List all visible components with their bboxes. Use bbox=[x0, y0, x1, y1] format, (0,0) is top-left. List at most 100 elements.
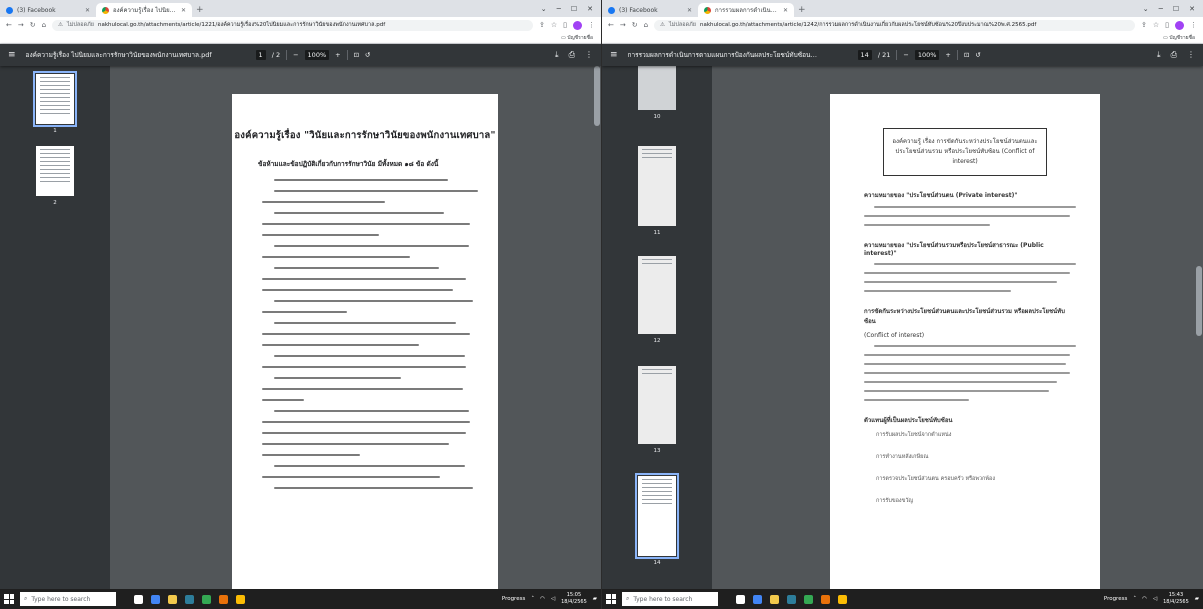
maximize-button[interactable]: ☐ bbox=[1173, 5, 1179, 13]
page-number-input[interactable]: 1 bbox=[255, 50, 266, 60]
print-icon[interactable]: ⎙ bbox=[1171, 50, 1177, 60]
volume-icon[interactable]: ◁ bbox=[1153, 596, 1157, 602]
chrome-icon[interactable] bbox=[804, 594, 813, 604]
clock[interactable]: 15:05 18/4/2565 bbox=[561, 592, 587, 606]
chrome-icon[interactable] bbox=[202, 594, 211, 604]
address-bar[interactable]: ⚠ ไม่ปลอดภัย nakhulocal.go.th/attachment… bbox=[654, 19, 1135, 31]
chevron-up-icon[interactable]: ˄ bbox=[1133, 596, 1136, 602]
download-icon[interactable]: ⤓ bbox=[1157, 50, 1161, 60]
print-icon[interactable]: ⎙ bbox=[569, 50, 575, 60]
tab-facebook[interactable]: (3) Facebook ✕ bbox=[0, 3, 96, 17]
section-heading: ความหมายของ "ประโยชน์ส่วนรวมหรือประโยชน์… bbox=[864, 242, 1044, 257]
scrollbar[interactable] bbox=[1196, 266, 1202, 336]
windows-start-icon[interactable] bbox=[4, 594, 14, 604]
fit-page-icon[interactable]: ⊡ bbox=[964, 51, 969, 59]
page-thumbnail[interactable] bbox=[33, 71, 77, 127]
page-thumbnail[interactable] bbox=[638, 146, 676, 226]
close-tab-icon[interactable]: ✕ bbox=[783, 7, 788, 14]
forward-icon[interactable]: → bbox=[18, 21, 24, 29]
task-view-icon[interactable] bbox=[134, 594, 143, 604]
zoom-out-button[interactable]: − bbox=[293, 51, 298, 59]
more-icon[interactable]: ⋮ bbox=[585, 50, 593, 60]
app-icon[interactable] bbox=[838, 594, 847, 604]
profile-avatar[interactable] bbox=[1175, 20, 1184, 30]
close-window-button[interactable]: ✕ bbox=[587, 5, 593, 13]
zoom-out-button[interactable]: − bbox=[903, 51, 908, 59]
share-icon[interactable]: ⇪ bbox=[1141, 21, 1147, 29]
page-thumbnail[interactable] bbox=[638, 256, 676, 334]
file-explorer-icon[interactable] bbox=[770, 594, 779, 604]
edge-icon[interactable] bbox=[753, 594, 762, 604]
home-icon[interactable]: ⌂ bbox=[644, 21, 648, 29]
tab-pdf[interactable]: องค์ความรู้เรื่อง ไปนิยมและการรักษา ✕ bbox=[96, 3, 192, 17]
app-icon[interactable] bbox=[219, 594, 228, 604]
hamburger-menu-icon[interactable]: ≡ bbox=[610, 50, 618, 60]
zoom-in-button[interactable]: + bbox=[335, 51, 340, 59]
clock[interactable]: 15:43 18/4/2565 bbox=[1163, 592, 1189, 606]
page-thumbnail[interactable] bbox=[638, 366, 676, 444]
notification-icon[interactable]: ▰ bbox=[593, 596, 597, 602]
notification-icon[interactable]: ▰ bbox=[1195, 596, 1199, 602]
sidebar-icon[interactable]: ▯ bbox=[1165, 21, 1169, 29]
reload-icon[interactable]: ↻ bbox=[632, 21, 638, 29]
reload-icon[interactable]: ↻ bbox=[30, 21, 36, 29]
bookmark-item[interactable]: บัญชีรายชื่อ bbox=[1169, 34, 1195, 42]
new-tab-button[interactable]: + bbox=[192, 3, 208, 17]
taskbar-search[interactable]: ⌕ Type here to search bbox=[622, 592, 718, 606]
download-icon[interactable]: ⤓ bbox=[555, 50, 559, 60]
profile-avatar[interactable] bbox=[573, 20, 582, 30]
tab-facebook[interactable]: (3) Facebook ✕ bbox=[602, 3, 698, 17]
windows-start-icon[interactable] bbox=[606, 594, 616, 604]
star-icon[interactable]: ☆ bbox=[1153, 21, 1159, 29]
tab-pdf[interactable]: การรวมผลการดำเนินการตามแผน ✕ bbox=[698, 3, 794, 17]
tab-search-icon[interactable]: ⌄ bbox=[1143, 5, 1149, 13]
wifi-icon[interactable]: ◠ bbox=[540, 596, 545, 602]
zoom-input[interactable]: 100% bbox=[304, 50, 330, 60]
rotate-icon[interactable]: ↺ bbox=[365, 51, 370, 59]
forward-icon[interactable]: → bbox=[620, 21, 626, 29]
address-bar[interactable]: ⚠ ไม่ปลอดภัย nakhulocal.go.th/attachment… bbox=[52, 19, 533, 31]
taskbar-search[interactable]: ⌕ Type here to search bbox=[20, 592, 116, 606]
volume-icon[interactable]: ◁ bbox=[551, 596, 555, 602]
hamburger-menu-icon[interactable]: ≡ bbox=[8, 50, 16, 60]
page-thumbnail[interactable] bbox=[36, 146, 74, 196]
edge-icon[interactable] bbox=[151, 594, 160, 604]
bookmark-item[interactable]: บัญชีรายชื่อ bbox=[567, 34, 593, 42]
page-thumbnail[interactable] bbox=[638, 66, 676, 110]
tab-search-icon[interactable]: ⌄ bbox=[541, 5, 547, 13]
zoom-input[interactable]: 100% bbox=[914, 50, 940, 60]
new-tab-button[interactable]: + bbox=[794, 3, 810, 17]
page-thumbnail[interactable] bbox=[635, 473, 679, 559]
rotate-icon[interactable]: ↺ bbox=[975, 51, 980, 59]
pdf-viewer[interactable]: องค์ความรู้เรื่อง "วินัยและการรักษาวินัย… bbox=[110, 66, 601, 589]
menu-icon[interactable]: ⋮ bbox=[588, 21, 595, 29]
zoom-in-button[interactable]: + bbox=[945, 51, 950, 59]
chevron-up-icon[interactable]: ˄ bbox=[531, 596, 534, 602]
fit-page-icon[interactable]: ⊡ bbox=[354, 51, 359, 59]
share-icon[interactable]: ⇪ bbox=[539, 21, 545, 29]
more-icon[interactable]: ⋮ bbox=[1187, 50, 1195, 60]
minimize-button[interactable]: ─ bbox=[557, 5, 561, 13]
close-tab-icon[interactable]: ✕ bbox=[687, 7, 692, 14]
menu-icon[interactable]: ⋮ bbox=[1190, 21, 1197, 29]
app-icon[interactable] bbox=[821, 594, 830, 604]
wifi-icon[interactable]: ◠ bbox=[1142, 596, 1147, 602]
app-icon[interactable] bbox=[236, 594, 245, 604]
back-icon[interactable]: ← bbox=[608, 21, 614, 29]
home-icon[interactable]: ⌂ bbox=[42, 21, 46, 29]
maximize-button[interactable]: ☐ bbox=[571, 5, 577, 13]
close-tab-icon[interactable]: ✕ bbox=[85, 7, 90, 14]
back-icon[interactable]: ← bbox=[6, 21, 12, 29]
minimize-button[interactable]: ─ bbox=[1159, 5, 1163, 13]
sidebar-icon[interactable]: ▯ bbox=[563, 21, 567, 29]
pdf-viewer[interactable]: องค์ความรู้ เรื่อง การขัดกันระหว่างประโย… bbox=[712, 66, 1203, 589]
close-tab-icon[interactable]: ✕ bbox=[181, 7, 186, 14]
star-icon[interactable]: ☆ bbox=[551, 21, 557, 29]
task-view-icon[interactable] bbox=[736, 594, 745, 604]
page-number-input[interactable]: 14 bbox=[857, 50, 872, 60]
close-window-button[interactable]: ✕ bbox=[1189, 5, 1195, 13]
store-icon[interactable] bbox=[185, 594, 194, 604]
store-icon[interactable] bbox=[787, 594, 796, 604]
file-explorer-icon[interactable] bbox=[168, 594, 177, 604]
scrollbar[interactable] bbox=[594, 66, 600, 126]
